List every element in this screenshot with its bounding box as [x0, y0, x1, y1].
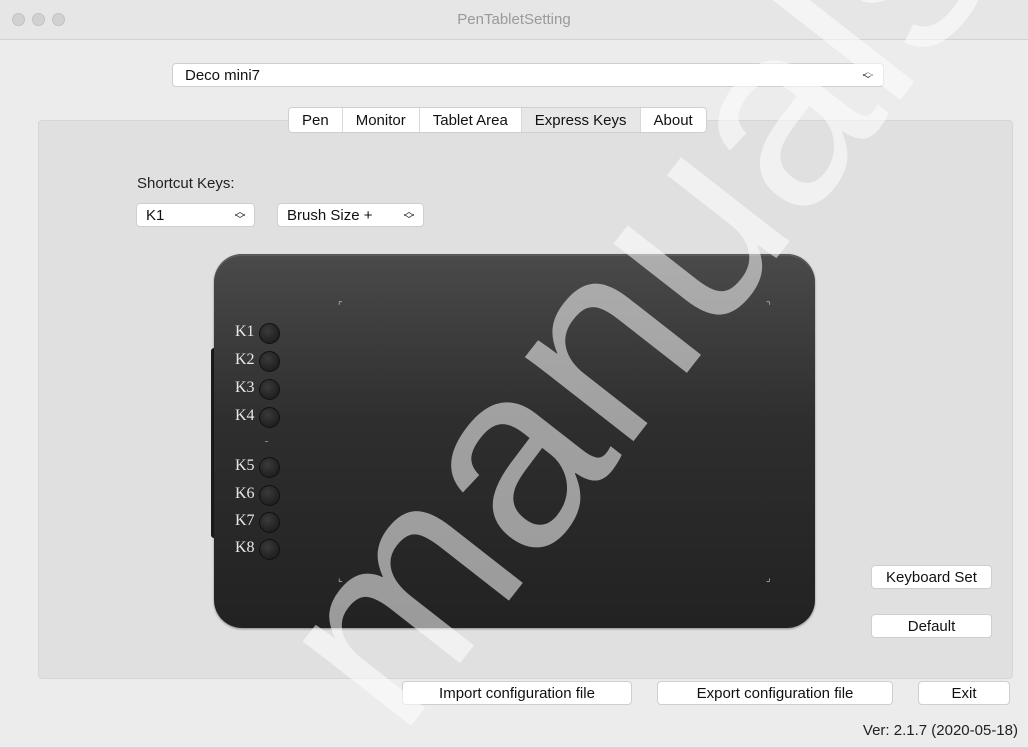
active-area-corner-bottom-right: ⌟: [766, 573, 771, 584]
express-key-k8[interactable]: [259, 539, 280, 560]
tab-express-keys[interactable]: Express Keys: [521, 108, 641, 132]
express-key-select-value: K1: [146, 207, 165, 224]
chevron-updown-icon: ︿ ﹀: [862, 66, 874, 86]
chevron-updown-icon: ︿ ﹀: [403, 206, 415, 226]
active-area-corner-bottom-left: ⌞: [338, 573, 343, 584]
express-key-label: K4: [235, 407, 255, 424]
express-key-label: K2: [235, 351, 255, 368]
tab-tablet-area[interactable]: Tablet Area: [420, 108, 522, 132]
tablet-image: [214, 254, 815, 628]
default-button[interactable]: Default: [871, 614, 992, 638]
express-key-k3[interactable]: [259, 379, 280, 400]
export-config-button[interactable]: Export configuration file: [657, 681, 893, 705]
active-area-corner-top-left: ⌜: [338, 301, 343, 312]
express-key-label: K8: [235, 539, 255, 556]
key-action-select[interactable]: Brush Size + ︿ ﹀: [277, 203, 424, 227]
express-key-k1[interactable]: [259, 323, 280, 344]
tab-monitor[interactable]: Monitor: [343, 108, 420, 132]
shortcut-keys-label: Shortcut Keys:: [137, 175, 235, 192]
express-key-label: K6: [235, 485, 255, 502]
version-label: Ver: 2.1.7 (2020-05-18): [862, 722, 1018, 739]
tab-bar: Pen Monitor Tablet Area Express Keys Abo…: [288, 107, 707, 133]
window-title: PenTabletSetting: [457, 11, 571, 28]
keyboard-set-button[interactable]: Keyboard Set: [871, 565, 992, 589]
exit-button[interactable]: Exit: [918, 681, 1010, 705]
express-key-k2[interactable]: [259, 351, 280, 372]
title-bar: PenTabletSetting: [0, 0, 1028, 40]
chevron-updown-icon: ︿ ﹀: [234, 206, 246, 226]
active-area-corner-top-right: ⌝: [766, 301, 771, 312]
express-key-k6[interactable]: [259, 485, 280, 506]
device-select[interactable]: Deco mini7 ︿ ﹀: [172, 63, 884, 87]
express-key-label: K1: [235, 323, 255, 340]
key-group-divider: [265, 441, 268, 442]
express-key-label: K3: [235, 379, 255, 396]
import-config-button[interactable]: Import configuration file: [402, 681, 632, 705]
express-key-k7[interactable]: [259, 512, 280, 533]
express-key-select[interactable]: K1 ︿ ﹀: [136, 203, 255, 227]
tab-pen[interactable]: Pen: [289, 108, 343, 132]
express-key-k4[interactable]: [259, 407, 280, 428]
key-action-select-value: Brush Size +: [287, 207, 373, 224]
express-key-label: K5: [235, 457, 255, 474]
tab-about[interactable]: About: [641, 108, 706, 132]
device-select-value: Deco mini7: [185, 67, 261, 84]
express-key-k5[interactable]: [259, 457, 280, 478]
express-key-label: K7: [235, 512, 255, 529]
